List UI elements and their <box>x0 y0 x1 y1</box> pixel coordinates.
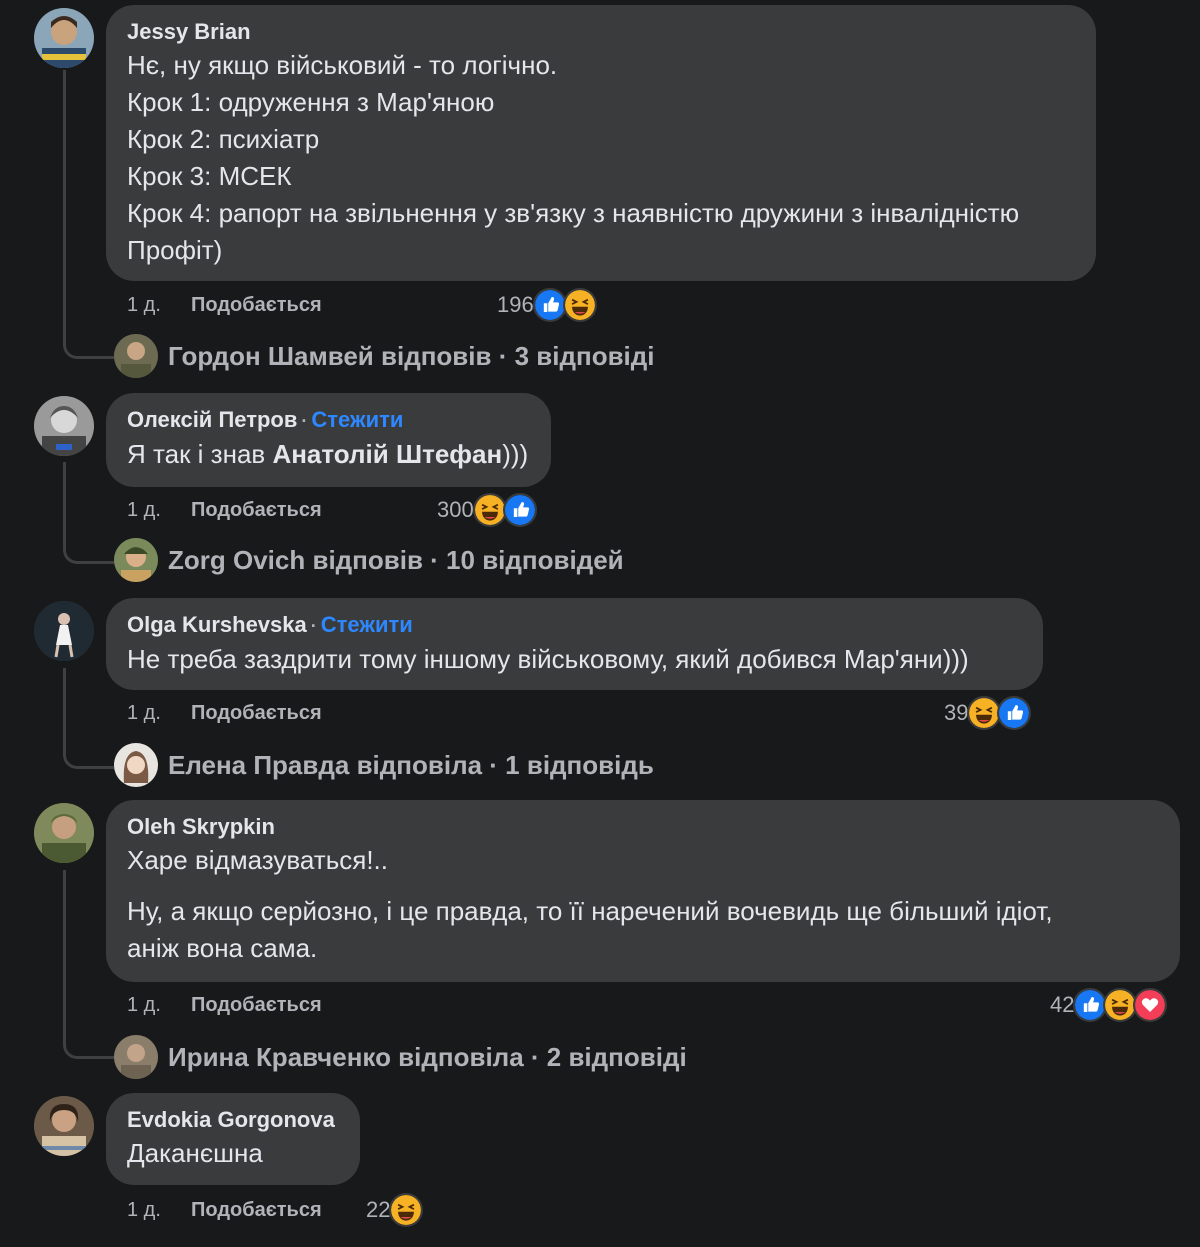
comment-text-line: Я так і знав Анатолій Штефан))) <box>127 436 529 473</box>
comment-bubble: Jessy Brian Нє, ну якщо військовий - то … <box>106 5 1096 281</box>
comment-author-row: Olga Kurshevska · Стежити <box>127 610 1021 641</box>
comment-text-line: Крок 4: рапорт на звільнення у зв'язку з… <box>127 198 1020 228</box>
thread-elbow <box>63 710 114 769</box>
reaction-summary[interactable]: 39 <box>944 695 1032 731</box>
haha-icon <box>562 288 597 322</box>
avatar[interactable] <box>34 396 94 456</box>
comment-author-row: Олексій Петров · Стежити <box>127 405 529 436</box>
comment-bubble: Evdokia Gorgonova Даканєшна <box>106 1093 360 1185</box>
like-button[interactable]: Подобається <box>191 994 322 1017</box>
like-button[interactable]: Подобається <box>191 499 322 522</box>
thread-line <box>63 70 66 310</box>
comment-author[interactable]: Олексій Петров <box>127 407 297 432</box>
comment-time[interactable]: 1 д. <box>127 499 191 522</box>
avatar[interactable] <box>34 803 94 863</box>
like-icon <box>997 696 1032 730</box>
comment-meta: 1 д. Подобається <box>127 495 322 525</box>
separator-dot: · <box>310 616 317 636</box>
comment-meta: 1 д. Подобається <box>127 290 322 320</box>
reply-avatar <box>114 334 158 378</box>
comment-text-line: аніж вона сама. <box>127 933 318 963</box>
comment-bubble: Olga Kurshevska · Стежити Не треба заздрит… <box>106 598 1043 690</box>
comment-time[interactable]: 1 д. <box>127 1199 191 1222</box>
reaction-count: 42 <box>1050 992 1075 1017</box>
replies-text: Гордон Шамвей відповів · 3 відповіді <box>168 340 655 371</box>
view-replies-link[interactable]: Елена Правда відповіла · 1 відповідь <box>114 742 654 788</box>
mention-link[interactable]: Анатолій Штефан <box>272 439 502 469</box>
comment-author[interactable]: Olga Kurshevska <box>127 612 307 637</box>
love-icon <box>1133 988 1168 1022</box>
like-icon <box>502 493 537 527</box>
reaction-count: 300 <box>437 497 474 522</box>
comment-meta: 1 д. Подобається <box>127 1195 322 1225</box>
thread-elbow <box>63 505 114 564</box>
view-replies-link[interactable]: Zorg Ovich відповів · 10 відповідей <box>114 537 624 583</box>
haha-icon <box>389 1193 424 1227</box>
reply-avatar <box>114 743 158 787</box>
avatar[interactable] <box>34 8 94 68</box>
thread-line <box>63 870 66 1010</box>
comment-text-line: Не треба заздрити тому іншому військовом… <box>127 644 969 674</box>
replies-text: Zorg Ovich відповів · 10 відповідей <box>168 544 624 575</box>
haha-icon <box>472 493 507 527</box>
comment-text: ))) <box>502 439 529 469</box>
comment-author[interactable]: Jessy Brian <box>127 17 1074 47</box>
like-icon <box>532 288 567 322</box>
reply-avatar <box>114 538 158 582</box>
comment-meta: 1 д. Подобається <box>127 698 322 728</box>
thread-elbow <box>63 1000 114 1059</box>
like-button[interactable]: Подобається <box>191 1199 322 1222</box>
comment-text: Я так і знав <box>127 439 273 469</box>
comment-bubble: Олексій Петров · Стежити Я так і знав Анат… <box>106 393 551 487</box>
like-button[interactable]: Подобається <box>191 702 322 725</box>
comment-author[interactable]: Evdokia Gorgonova <box>127 1105 338 1135</box>
comment-text-line: Даканєшна <box>127 1138 263 1168</box>
reply-avatar <box>114 1035 158 1079</box>
view-replies-link[interactable]: Ирина Кравченко відповіла · 2 відповіді <box>114 1034 687 1080</box>
comment-author[interactable]: Oleh Skrypkin <box>127 812 1158 842</box>
comment-text-line: Ну, а якщо серйозно, і це правда, то її … <box>127 896 1053 926</box>
comment-time[interactable]: 1 д. <box>127 994 191 1017</box>
avatar[interactable] <box>34 1096 94 1156</box>
comment-bubble: Oleh Skrypkin Харе відмазуваться!.. Ну, … <box>106 800 1180 982</box>
follow-button[interactable]: Стежити <box>311 407 403 432</box>
haha-icon <box>1103 988 1138 1022</box>
thread-elbow <box>63 300 114 359</box>
comment-text-line: Профіт) <box>127 235 223 265</box>
like-icon <box>1073 988 1108 1022</box>
separator-dot: · <box>301 411 308 431</box>
follow-button[interactable]: Стежити <box>321 612 413 637</box>
view-replies-link[interactable]: Гордон Шамвей відповів · 3 відповіді <box>114 333 655 379</box>
haha-icon <box>967 696 1002 730</box>
reaction-count: 196 <box>497 292 534 317</box>
like-button[interactable]: Подобається <box>191 294 322 317</box>
reaction-summary[interactable]: 22 <box>366 1192 424 1228</box>
comment-time[interactable]: 1 д. <box>127 702 191 725</box>
comment-text-line: Крок 2: психіатр <box>127 124 320 154</box>
reaction-summary[interactable]: 300 <box>437 492 537 528</box>
reaction-summary[interactable]: 196 <box>497 287 597 323</box>
comment-text-line: Крок 3: МСЕК <box>127 161 292 191</box>
reaction-count: 22 <box>366 1197 391 1222</box>
replies-text: Елена Правда відповіла · 1 відповідь <box>168 749 654 780</box>
comment-text-line: Харе відмазуваться!.. <box>127 845 388 875</box>
avatar[interactable] <box>34 601 94 661</box>
comment-time[interactable]: 1 д. <box>127 294 191 317</box>
comment-text-line: Крок 1: одруження з Мар'яною <box>127 87 495 117</box>
reaction-summary[interactable]: 42 <box>1050 987 1168 1023</box>
comment-meta: 1 д. Подобається <box>127 990 322 1020</box>
comment-text-line: Нє, ну якщо військовий - то логічно. <box>127 50 558 80</box>
replies-text: Ирина Кравченко відповіла · 2 відповіді <box>168 1041 687 1072</box>
reaction-count: 39 <box>944 700 969 725</box>
